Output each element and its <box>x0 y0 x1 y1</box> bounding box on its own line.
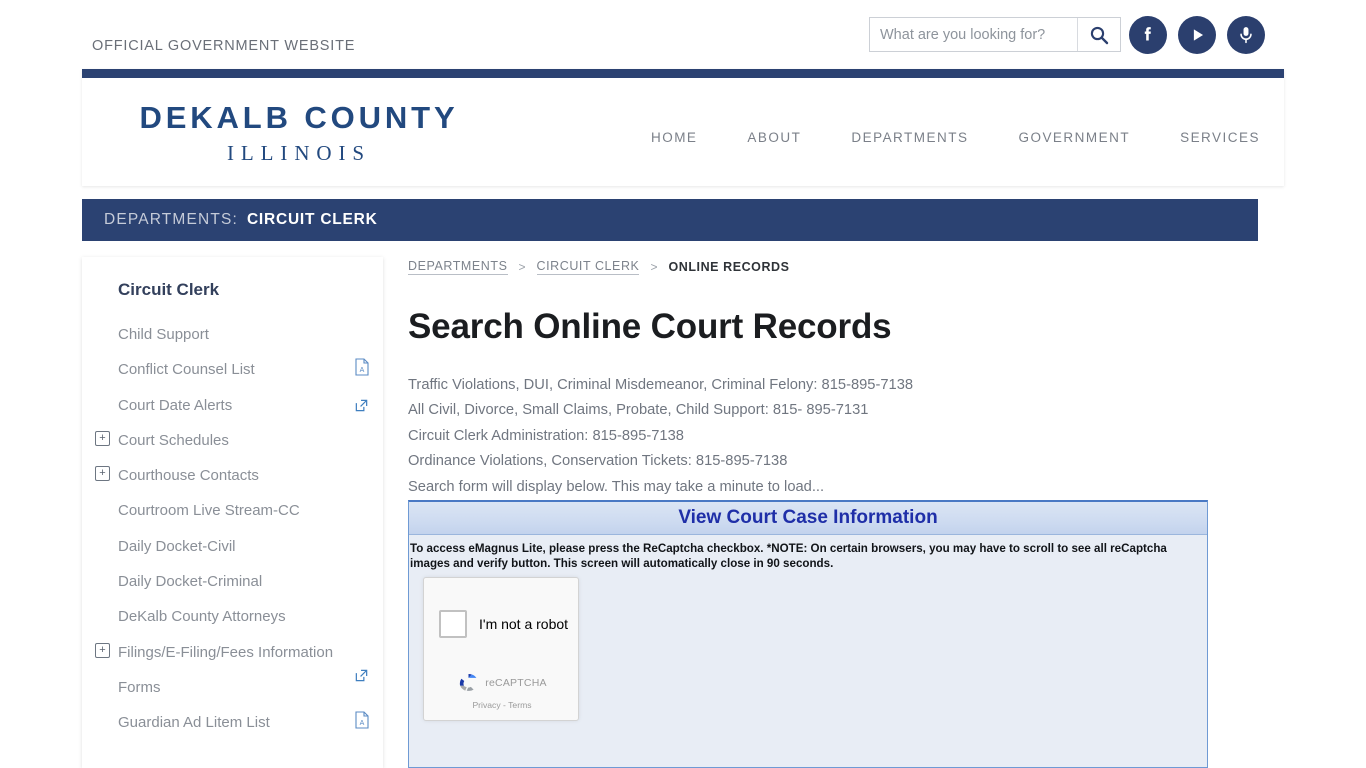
nav-item-government[interactable]: GOVERNMENT <box>1018 130 1130 145</box>
sidebar-item-label: Child Support <box>118 326 209 343</box>
search-button[interactable] <box>1077 18 1120 51</box>
breadcrumb-separator: > <box>650 260 658 274</box>
sidebar-item-label: Guardian Ad Litem List <box>118 714 270 732</box>
breadcrumb-item-circuit-clerk[interactable]: CIRCUIT CLERK <box>536 259 640 275</box>
pdf-icon: A <box>355 711 369 729</box>
sidebar-item-child-support[interactable]: Child Support <box>82 317 383 352</box>
intro-line-3: Circuit Clerk Administration: 815-895-71… <box>408 427 684 444</box>
sidebar-item-label: Conflict Counsel List <box>118 361 255 379</box>
sidebar-item-courthouse-contacts[interactable]: + Courthouse Contacts <box>82 458 383 493</box>
intro-line-2: All Civil, Divorce, Small Claims, Probat… <box>408 402 869 419</box>
sidebar-menu: Child Support Conflict Counsel List A Court… <box>82 317 383 741</box>
sidebar-item-label: Courthouse Contacts <box>118 467 259 485</box>
sidebar: Circuit Clerk Child Support Conflict Coun… <box>82 257 383 768</box>
sidebar-item-label: Daily Docket-Civil <box>118 537 236 555</box>
court-case-panel: View Court Case Information To access eM… <box>408 500 1208 768</box>
search-box <box>869 17 1121 52</box>
department-banner-name: CIRCUIT CLERK <box>246 211 378 228</box>
recaptcha-terms-link[interactable]: Terms <box>508 700 531 710</box>
sidebar-item-forms[interactable]: Forms <box>82 670 383 705</box>
sidebar-item-court-date-alerts[interactable]: Court Date Alerts <box>82 388 383 423</box>
recaptcha-checkbox[interactable] <box>439 610 467 638</box>
pdf-icon[interactable]: A <box>354 711 370 729</box>
nav-item-home[interactable]: HOME <box>651 130 697 145</box>
search-input[interactable] <box>870 18 1077 51</box>
sidebar-item-daily-docket-criminal[interactable]: Daily Docket-Criminal <box>82 564 383 599</box>
intro-line-4: Ordinance Violations, Conservation Ticke… <box>408 453 788 470</box>
sidebar-expander-icon[interactable]: + <box>95 642 110 658</box>
sidebar-item-label: Daily Docket-Criminal <box>118 573 263 591</box>
microphone-icon <box>1240 27 1252 44</box>
play-icon <box>1193 29 1204 41</box>
nav-item-departments[interactable]: DEPARTMENTS <box>851 130 968 145</box>
nav-item-about[interactable]: ABOUT <box>747 130 801 145</box>
sidebar-expander-icon[interactable]: + <box>95 466 110 482</box>
search-icon <box>1090 26 1109 44</box>
sidebar-item-conflict-counsel-list[interactable]: Conflict Counsel List A <box>82 352 383 387</box>
sidebar-item-guardian-ad-litem-list[interactable]: Guardian Ad Litem List A <box>82 705 383 740</box>
facebook-link[interactable] <box>1129 16 1167 54</box>
recaptcha-privacy-link[interactable]: Privacy <box>472 700 500 710</box>
sidebar-item-label: Court Date Alerts <box>118 396 233 414</box>
breadcrumb: DEPARTMENTS > CIRCUIT CLERK > ONLINE REC… <box>408 257 1288 277</box>
logo-main-text: DEKALB COUNTY <box>139 100 459 135</box>
recaptcha-brand: reCAPTCHA <box>424 671 580 694</box>
recaptcha-checkbox-label: I'm not a robot <box>479 616 569 632</box>
pdf-icon: A <box>355 358 369 376</box>
sidebar-item-label: Filings/E-Filing/Fees Information <box>118 643 334 661</box>
podcast-link[interactable] <box>1227 16 1265 54</box>
main-content: DEPARTMENTS > CIRCUIT CLERK > ONLINE REC… <box>408 257 1288 500</box>
department-banner-label: DEPARTMENTS: <box>104 211 238 228</box>
site-header: DEKALB COUNTY ILLINOIS HOME ABOUT DEPART… <box>82 69 1284 186</box>
external-link-icon <box>355 399 368 411</box>
sidebar-item-label: Court Schedules <box>118 431 229 449</box>
recaptcha-legal: Privacy - Terms <box>424 700 580 710</box>
official-government-label: OFFICIAL GOVERNMENT WEBSITE <box>92 38 356 54</box>
department-banner: DEPARTMENTS: CIRCUIT CLERK <box>82 199 1258 241</box>
panel-note: To access eMagnus Lite, please press the… <box>410 542 1167 571</box>
breadcrumb-item-current: ONLINE RECORDS <box>668 260 790 274</box>
recaptcha-widget: I'm not a robot reCAPTCHA Privacy - Term… <box>423 577 579 721</box>
sidebar-item-label: Forms <box>118 678 161 696</box>
recaptcha-legal-separator: - <box>503 700 506 710</box>
recaptcha-brand-text: reCAPTCHA <box>485 676 547 689</box>
logo-sub-text: ILLINOIS <box>226 140 372 165</box>
external-link-icon[interactable] <box>354 398 370 416</box>
sidebar-item-label: DeKalb County Attorneys <box>118 608 286 626</box>
facebook-icon <box>1144 27 1151 41</box>
panel-title: View Court Case Information <box>678 507 938 528</box>
intro-line-1: Traffic Violations, DUI, Criminal Misdem… <box>408 377 914 393</box>
youtube-link[interactable] <box>1178 16 1216 54</box>
sidebar-expander-icon[interactable]: + <box>95 430 110 446</box>
breadcrumb-separator: > <box>518 260 526 274</box>
intro-text-block: Traffic Violations, DUI, Criminal Misdem… <box>408 373 1288 500</box>
recaptcha-logo-icon <box>460 674 477 691</box>
svg-text:A: A <box>360 720 365 727</box>
svg-text:A: A <box>360 367 365 374</box>
sidebar-title: Circuit Clerk <box>118 280 220 299</box>
sidebar-item-label: Courtroom Live Stream-CC <box>118 502 300 520</box>
top-utility-bar: OFFICIAL GOVERNMENT WEBSITE <box>0 0 1366 70</box>
sidebar-item-courtroom-live-stream-cc[interactable]: Courtroom Live Stream-CC <box>82 493 383 528</box>
page-title: Search Online Court Records <box>408 307 892 346</box>
sidebar-item-daily-docket-civil[interactable]: Daily Docket-Civil <box>82 529 383 564</box>
breadcrumb-item-departments[interactable]: DEPARTMENTS <box>408 259 508 275</box>
panel-header: View Court Case Information <box>409 502 1207 535</box>
sidebar-item-filings-e-filing-fees-information[interactable]: + Filings/E-Filing/Fees Information <box>82 635 383 681</box>
pdf-icon[interactable]: A <box>354 358 370 376</box>
intro-line-5: Search form will display below. This may… <box>408 478 825 495</box>
sidebar-item-dekalb-county-attorneys[interactable]: DeKalb County Attorneys <box>82 599 383 634</box>
nav-item-services[interactable]: SERVICES <box>1180 130 1260 145</box>
main-navigation: HOME ABOUT DEPARTMENTS GOVERNMENT SERVIC… <box>651 130 1260 145</box>
sidebar-item-court-schedules[interactable]: + Court Schedules <box>82 423 383 458</box>
site-logo[interactable]: DEKALB COUNTY ILLINOIS <box>99 100 499 166</box>
